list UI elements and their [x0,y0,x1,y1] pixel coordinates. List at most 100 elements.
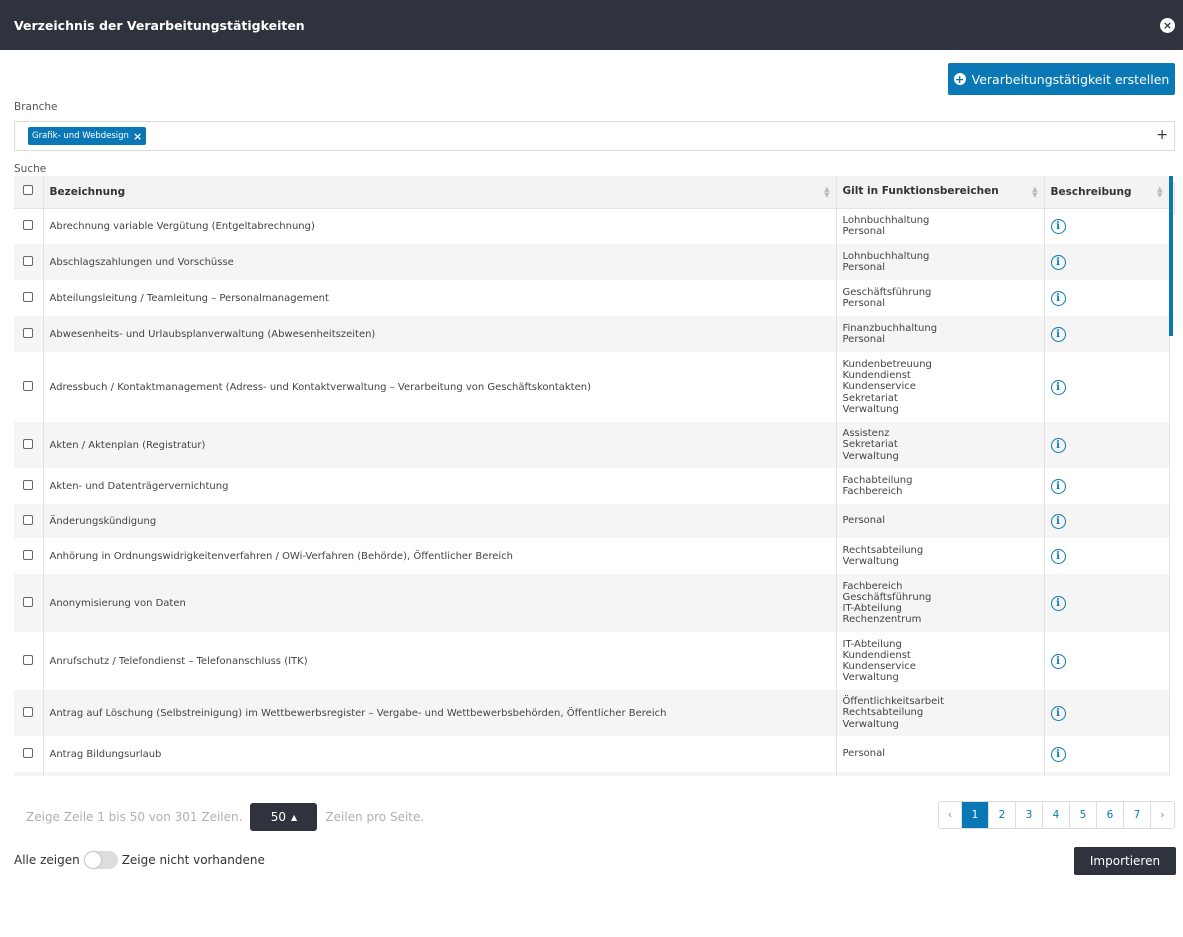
pagination-info: Zeige Zeile 1 bis 50 von 301 Zeilen. 50 … [26,803,424,831]
page-button-2[interactable]: 2 [989,802,1016,828]
info-icon[interactable]: i [1050,595,1066,611]
function-areas-cell: Fachbereich Geschäftsführung IT-Abteilung R… [836,574,1045,632]
function-area: Kundenservice [842,381,916,393]
info-icon[interactable]: i [1050,705,1066,721]
activity-name: Änderungskündigung [43,504,837,538]
page-button-6[interactable]: 6 [1097,802,1124,828]
row-select-cell [14,504,44,538]
table-row[interactable]: Änderungskündigung Personal i [14,504,1170,538]
description-cell: i [1044,736,1170,772]
page-button-3[interactable]: 3 [1016,802,1043,828]
function-areas-cell: Personal [836,736,1045,772]
description-cell [1044,772,1170,776]
row-checkbox[interactable] [23,291,34,302]
description-cell: i [1044,422,1170,468]
function-area: Rechtsabteilung [842,707,924,719]
function-areas-cell: Finanzbuchhaltung Personal [836,316,1045,352]
create-activity-button[interactable]: + Verarbeitungstätigkeit erstellen [948,63,1175,95]
info-icon[interactable]: i [1050,653,1066,669]
row-checkbox[interactable] [23,479,34,490]
next-page-button[interactable]: › [1151,802,1174,828]
column-header-beschreibung[interactable]: Beschreibung ▲ ▼ [1044,176,1170,209]
row-checkbox[interactable] [23,514,34,525]
add-branche-icon[interactable]: + [1156,127,1168,143]
table-row[interactable]: Abschlagszahlungen und Vorschüsse Lohnbuc… [14,244,1170,280]
function-areas-cell: Lohnbuchhaltung Personal [836,244,1045,280]
rows-per-page-value: 50 [270,810,286,824]
table-row[interactable] [14,772,1170,776]
function-area: Fachbereich [842,580,903,592]
function-areas-cell: IT-Abteilung Kundendienst Kundenservice Ver… [836,632,1045,690]
pagination-info-suffix: Zeilen pro Seite. [325,810,425,824]
function-area: Fachbereich [842,486,903,497]
pagination-info-prefix: Zeige Zeile 1 bis 50 von 301 Zeilen. [26,810,243,824]
table-row[interactable]: Akten- und Datenträgervernichtung Fachabt… [14,468,1170,504]
row-checkbox[interactable] [23,380,34,391]
activity-name: Antrag Bildungsurlaub [43,736,837,772]
info-icon[interactable]: i [1050,290,1066,306]
table-row[interactable]: Anrufschutz / Telefondienst – Telefonans… [14,632,1170,690]
table-scrollbar[interactable] [1169,176,1173,336]
function-area: Personal [842,334,886,345]
row-checkbox[interactable] [23,549,34,560]
function-area: Verwaltung [842,556,899,567]
row-checkbox[interactable] [23,327,34,338]
table-row[interactable]: Akten / Aktenplan (Registratur) Assistenz… [14,422,1170,468]
select-all-checkbox[interactable] [23,185,34,196]
table-row[interactable]: Anhörung in Ordnungswidrigkeitenverfahre… [14,538,1170,574]
close-icon[interactable]: × [1160,17,1175,33]
table-row[interactable]: Abteilungsleitung / Teamleitung – Person… [14,280,1170,316]
function-area: Kundendienst [842,370,911,382]
info-icon[interactable]: i [1050,437,1066,453]
activity-name: Anonymisierung von Daten [43,574,837,632]
info-icon[interactable]: i [1050,478,1066,494]
rows-per-page-select[interactable]: 50 ▲ [250,803,318,831]
function-area: Verwaltung [842,672,899,684]
info-icon[interactable]: i [1050,513,1066,529]
function-area: Kundendienst [842,649,911,661]
page-button-5[interactable]: 5 [1070,802,1097,828]
info-icon[interactable]: i [1050,746,1066,762]
info-icon[interactable]: i [1050,379,1066,395]
table-row[interactable]: Antrag auf Löschung (Selbstreinigung) im… [14,690,1170,736]
page-button-1[interactable]: 1 [962,802,989,828]
branche-field[interactable]: Grafik- und Webdesign × + [14,121,1175,151]
table-row[interactable]: Anonymisierung von Daten Fachbereich Gesch… [14,574,1170,632]
function-area: Personal [842,298,886,309]
row-checkbox[interactable] [23,747,34,758]
info-icon[interactable]: i [1050,254,1066,270]
column-label: Beschreibung [1050,185,1132,198]
row-checkbox[interactable] [23,255,34,266]
row-checkbox[interactable] [23,219,34,230]
function-areas-cell: Öffentlichkeitsarbeit Rechtsabteilung Verw… [836,690,1045,736]
column-header-funktionsbereiche[interactable]: Gilt in Funktionsbereichen ▲ ▼ [836,176,1045,209]
row-checkbox[interactable] [23,596,34,607]
row-checkbox[interactable] [23,706,34,717]
function-area: Sekretariat [842,439,898,451]
info-icon[interactable]: i [1050,548,1066,564]
table-row[interactable]: Antrag Bildungsurlaub Personal i [14,736,1170,772]
info-icon[interactable]: i [1050,326,1066,342]
branche-label: Branche [14,101,58,113]
row-checkbox[interactable] [23,438,34,449]
import-button[interactable]: Importieren [1074,847,1176,875]
column-header-bezeichnung[interactable]: Bezeichnung ▲ ▼ [43,176,837,209]
function-area: Kundenbetreuung [842,358,932,370]
show-missing-toggle[interactable] [83,851,118,869]
function-area: Rechtsabteilung [842,544,924,556]
remove-tag-icon[interactable]: × [133,130,142,143]
function-areas-cell: Assistenz Sekretariat Verwaltung [836,422,1045,468]
toggle-row: Alle zeigen Zeige nicht vorhandene [14,851,265,869]
function-area: Kundenservice [842,661,916,672]
prev-page-button[interactable]: ‹ [939,802,962,828]
page-button-4[interactable]: 4 [1043,802,1070,828]
table-row[interactable]: Abwesenheits- und Urlaubsplanverwaltung … [14,316,1170,352]
description-cell: i [1044,690,1170,736]
table-row[interactable]: Abrechnung variable Vergütung (Entgeltab… [14,208,1170,244]
info-icon[interactable]: i [1050,218,1066,234]
function-area: Geschäftsführung [842,591,932,603]
table-row[interactable]: Adressbuch / Kontaktmanagement (Adress- … [14,352,1170,422]
function-areas-cell: Lohnbuchhaltung Personal [836,208,1045,244]
row-checkbox[interactable] [23,654,34,665]
page-button-7[interactable]: 7 [1124,802,1151,828]
